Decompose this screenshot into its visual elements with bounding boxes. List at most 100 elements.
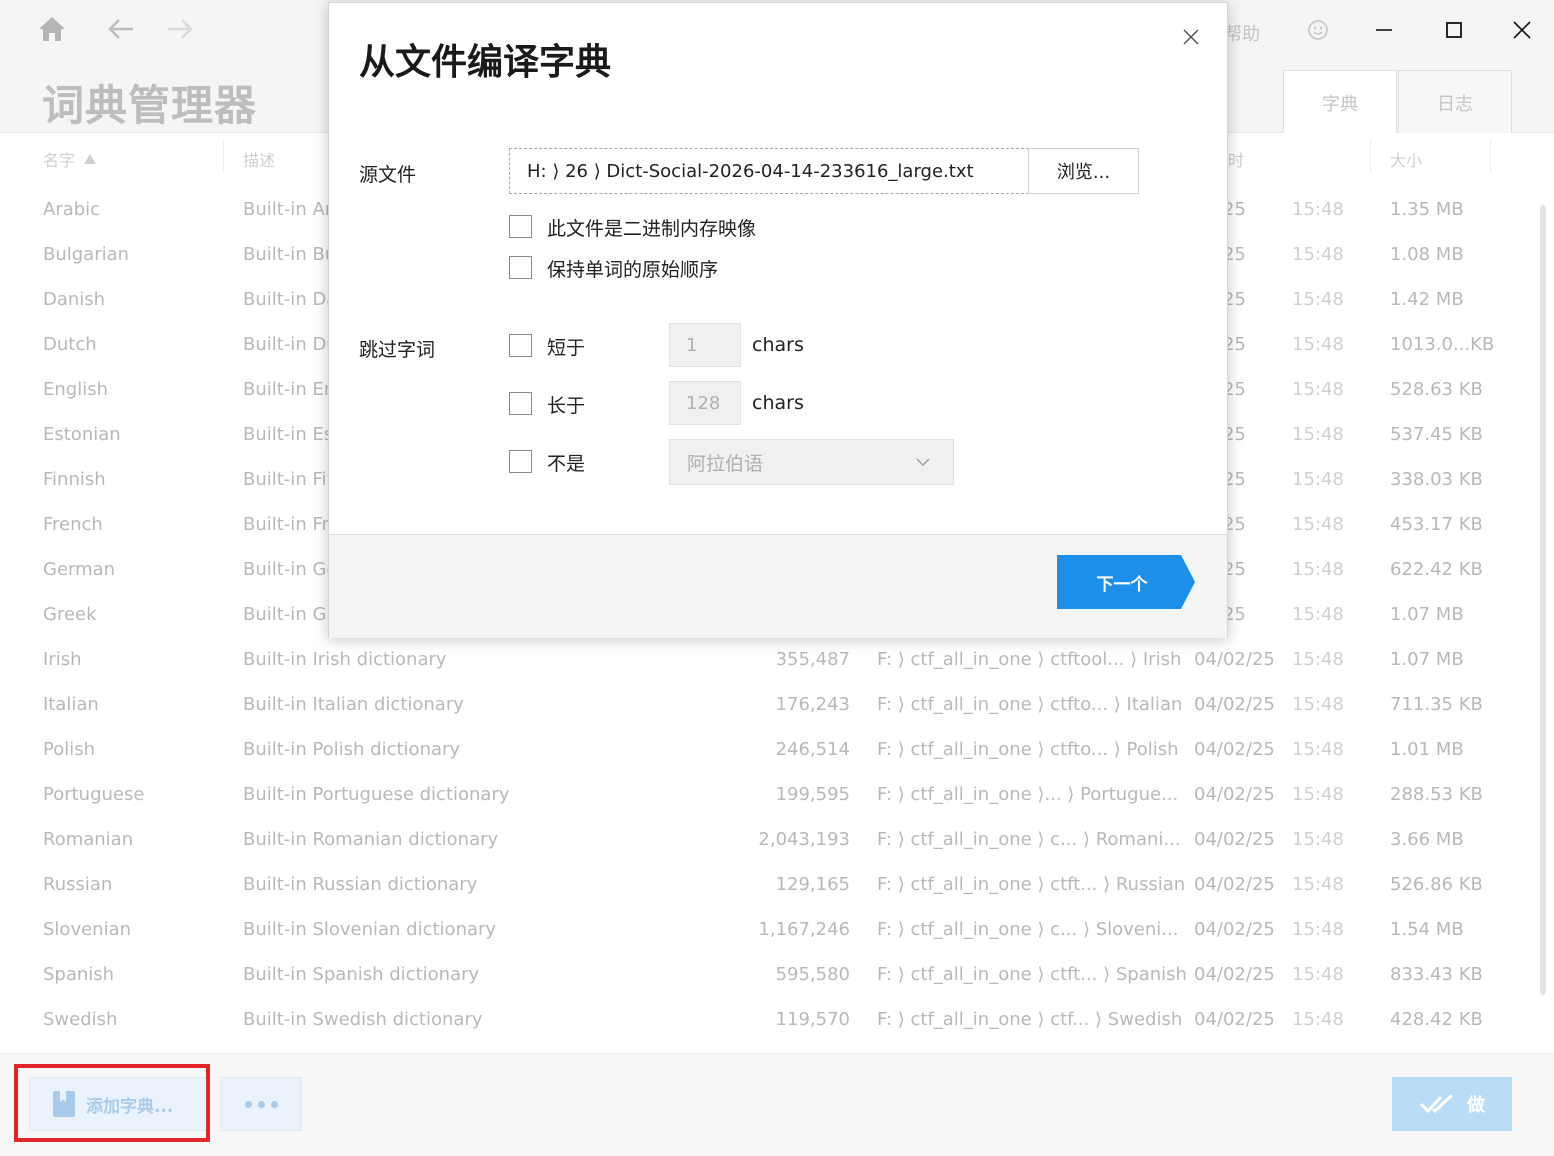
cell-word-count: 595,580 [775, 964, 850, 985]
table-row[interactable]: Italian Built-in Italian dictionary 176,24… [0, 683, 1530, 728]
cell-desc: Built-in Ar [243, 199, 333, 220]
column-header-size[interactable]: 大小 [1390, 147, 1422, 171]
column-header-modified[interactable]: 时 [1228, 147, 1244, 171]
back-arrow-icon[interactable] [104, 12, 138, 46]
cell-path: F: ⟩ ctf_all_in_one ⟩ ctf... ⟩ Swedish [877, 1009, 1183, 1030]
app-title: 词典管理器 [42, 81, 258, 130]
cell-time: 15:48 [1292, 919, 1344, 940]
next-button[interactable]: 下一个 [1057, 555, 1197, 609]
cell-time: 15:48 [1292, 829, 1344, 850]
cell-name: Finnish [43, 469, 106, 490]
cell-size: 622.42 KB [1390, 559, 1483, 580]
footer-bar: 添加字典... 做 [0, 1053, 1554, 1156]
source-file-label: 源文件 [359, 164, 417, 186]
cell-name: German [43, 559, 116, 580]
cell-size: 1.01 MB [1390, 739, 1464, 760]
cell-path: F: ⟩ ctf_all_in_one ⟩ ctft... ⟩ Russian [877, 874, 1186, 895]
cell-desc: Built-in Polish dictionary [243, 739, 461, 760]
cell-path: F: ⟩ ctf_all_in_one ⟩ c... ⟩ Sloveni... [877, 919, 1179, 940]
cell-time: 15:48 [1292, 784, 1344, 805]
help-link[interactable]: 帮助 [1224, 20, 1260, 46]
cell-name: Estonian [43, 424, 121, 445]
tab-dictionaries[interactable]: 字典 [1283, 70, 1397, 134]
cell-path: F: ⟩ ctf_all_in_one ⟩... ⟩ Portugue... [877, 784, 1179, 805]
column-header-name[interactable]: 名字 [43, 147, 97, 171]
cell-word-count: 2,043,193 [758, 829, 850, 850]
cell-path: F: ⟩ ctf_all_in_one ⟩ ctfto... ⟩ Italian [877, 694, 1183, 715]
cell-desc: Built-in Romanian dictionary [243, 829, 499, 850]
dialog-title: 从文件编译字典 [359, 42, 612, 83]
table-row[interactable]: Swedish Built-in Swedish dictionary 119,57… [0, 998, 1530, 1043]
cell-size: 537.45 KB [1390, 424, 1483, 445]
table-row[interactable]: Russian Built-in Russian dictionary 129,16… [0, 863, 1530, 908]
cell-word-count: 1,167,246 [758, 919, 850, 940]
cell-date: 04/02/25 [1194, 739, 1275, 760]
min-length-input[interactable]: 1 [669, 323, 741, 367]
minimize-icon[interactable] [1366, 12, 1402, 48]
source-file-input[interactable]: H: ⟩ 26 ⟩ Dict-Social-2026-04-14-233616_… [509, 148, 1029, 194]
cell-desc: Built-in En [243, 379, 336, 400]
forward-arrow-icon[interactable] [163, 12, 197, 46]
cell-desc: Built-in Italian dictionary [243, 694, 464, 715]
close-icon[interactable] [1504, 12, 1540, 48]
tab-label: 日志 [1437, 93, 1473, 115]
max-length-input[interactable]: 128 [669, 381, 741, 425]
cell-time: 15:48 [1292, 514, 1344, 535]
cell-size: 1013.0...KB [1390, 334, 1495, 355]
smiley-icon[interactable] [1300, 12, 1336, 48]
column-divider [1370, 139, 1371, 173]
binary-image-label: 此文件是二进制内存映像 [547, 218, 757, 240]
not-language-checkbox[interactable] [509, 450, 532, 473]
cell-date: 04/02/25 [1194, 1009, 1275, 1030]
cell-date: 04/02/25 [1194, 649, 1275, 670]
tab-log[interactable]: 日志 [1398, 70, 1512, 134]
double-check-icon [1419, 1093, 1454, 1114]
binary-image-checkbox[interactable] [509, 215, 532, 238]
cell-size: 3.66 MB [1390, 829, 1464, 850]
longer-than-checkbox[interactable] [509, 392, 532, 415]
cell-name: French [43, 514, 103, 535]
table-row[interactable]: Romanian Built-in Romanian dictionary 2,04… [0, 818, 1530, 863]
chevron-down-icon [916, 458, 930, 467]
not-language-label: 不是 [547, 453, 586, 475]
table-row[interactable]: Spanish Built-in Spanish dictionary 595,58… [0, 953, 1530, 998]
cell-name: Italian [43, 694, 99, 715]
cell-time: 15:48 [1292, 469, 1344, 490]
cell-desc: Built-in Spanish dictionary [243, 964, 480, 985]
cell-desc: Built-in Russian dictionary [243, 874, 478, 895]
table-row[interactable]: Irish Built-in Irish dictionary 355,487 F: … [0, 638, 1530, 683]
cell-size: 711.35 KB [1390, 694, 1483, 715]
cell-size: 528.63 KB [1390, 379, 1483, 400]
cell-word-count: 129,165 [775, 874, 850, 895]
keep-order-checkbox[interactable] [509, 256, 532, 279]
table-row[interactable]: Polish Built-in Polish dictionary 246,514 F… [0, 728, 1530, 773]
cell-size: 833.43 KB [1390, 964, 1483, 985]
column-header-desc[interactable]: 描述 [243, 147, 275, 171]
cell-size: 1.08 MB [1390, 244, 1464, 265]
cell-word-count: 119,570 [775, 1009, 850, 1030]
chars-label: chars [752, 392, 804, 414]
cell-size: 428.42 KB [1390, 1009, 1483, 1030]
cell-date: 04/02/25 [1194, 874, 1275, 895]
language-select[interactable]: 阿拉伯语 [669, 439, 954, 485]
cell-size: 1.35 MB [1390, 199, 1464, 220]
dialog-close-icon[interactable] [1177, 23, 1205, 51]
table-row[interactable]: Portuguese Built-in Portuguese dictionary… [0, 773, 1530, 818]
cell-date: 04/02/25 [1194, 919, 1275, 940]
longer-than-label: 长于 [547, 395, 586, 417]
cell-path: F: ⟩ ctf_all_in_one ⟩ c... ⟩ Romani... [877, 829, 1181, 850]
cell-date: 04/02/25 [1194, 694, 1275, 715]
cell-desc: Built-in Ge [243, 559, 338, 580]
shorter-than-checkbox[interactable] [509, 334, 532, 357]
table-row[interactable]: Slovenian Built-in Slovenian dictionary 1,… [0, 908, 1530, 953]
home-icon[interactable] [35, 12, 69, 46]
done-button[interactable]: 做 [1392, 1077, 1512, 1131]
cell-name: Bulgarian [43, 244, 130, 265]
browse-button[interactable]: 浏览... [1028, 148, 1139, 194]
more-options-button[interactable] [220, 1077, 302, 1131]
maximize-icon[interactable] [1436, 12, 1472, 48]
cell-time: 15:48 [1292, 649, 1344, 670]
cell-name: Greek [43, 604, 97, 625]
highlight-box [14, 1064, 210, 1142]
scrollbar[interactable] [1540, 205, 1546, 995]
